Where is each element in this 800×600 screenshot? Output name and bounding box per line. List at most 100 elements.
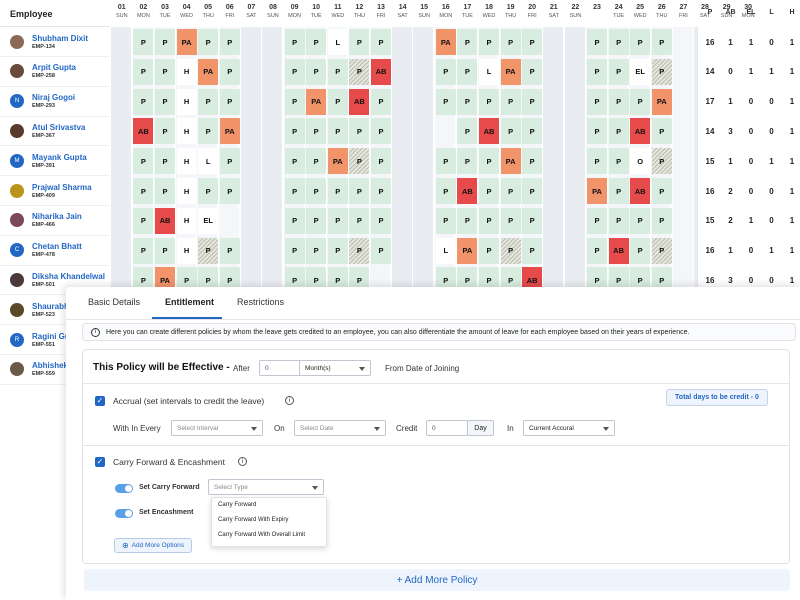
attendance-cell[interactable]: P bbox=[155, 118, 175, 145]
attendance-cell[interactable]: P bbox=[651, 178, 672, 204]
attendance-cell[interactable]: P bbox=[522, 207, 543, 234]
attendance-cell[interactable]: P bbox=[500, 178, 521, 204]
attendance-cell[interactable]: P bbox=[284, 29, 305, 55]
attendance-cell[interactable]: P bbox=[608, 148, 629, 175]
attendance-cell[interactable]: L bbox=[198, 148, 219, 175]
attendance-cell[interactable]: L bbox=[327, 29, 348, 55]
carry-checkbox[interactable]: ✓ bbox=[95, 457, 105, 467]
attendance-cell[interactable]: P bbox=[435, 88, 456, 115]
attendance-cell[interactable]: P bbox=[630, 29, 651, 55]
attendance-cell[interactable]: P bbox=[608, 207, 629, 234]
employee-name[interactable]: Arpit Gupta bbox=[32, 63, 76, 73]
attendance-cell[interactable]: AB bbox=[630, 178, 651, 204]
attendance-cell[interactable]: AB bbox=[630, 118, 651, 145]
attendance-cell[interactable]: P bbox=[630, 237, 651, 264]
attendance-cell[interactable]: P bbox=[327, 58, 348, 85]
attendance-cell[interactable]: P bbox=[457, 29, 478, 55]
attendance-cell[interactable]: H bbox=[176, 58, 197, 85]
attendance-cell[interactable]: P bbox=[522, 29, 543, 55]
attendance-cell[interactable]: P bbox=[284, 148, 305, 175]
attendance-cell[interactable]: P bbox=[457, 207, 478, 234]
attendance-cell[interactable]: P bbox=[306, 178, 327, 204]
attendance-cell[interactable]: P bbox=[219, 29, 240, 55]
attendance-cell[interactable]: P bbox=[133, 178, 154, 204]
attendance-cell[interactable]: P bbox=[522, 118, 543, 145]
attendance-cell[interactable]: PA bbox=[327, 148, 348, 175]
attendance-cell[interactable]: P bbox=[155, 58, 175, 85]
attendance-cell[interactable]: P bbox=[371, 118, 391, 145]
attendance-cell[interactable]: P bbox=[651, 118, 672, 145]
attendance-cell[interactable]: P bbox=[155, 237, 175, 264]
attendance-cell[interactable]: AB bbox=[133, 118, 154, 145]
attendance-cell[interactable]: PA bbox=[198, 58, 219, 85]
in-select[interactable]: Current Accural bbox=[523, 420, 615, 436]
attendance-cell[interactable]: P bbox=[284, 237, 305, 264]
after-input[interactable]: 0 bbox=[259, 360, 301, 376]
attendance-cell[interactable]: P bbox=[306, 207, 327, 234]
attendance-cell[interactable]: P bbox=[371, 88, 391, 115]
attendance-cell[interactable]: P bbox=[608, 58, 629, 85]
employee-name[interactable]: Shubham Dixit bbox=[32, 34, 88, 44]
attendance-cell[interactable]: P bbox=[479, 29, 499, 55]
attendance-cell[interactable]: P bbox=[133, 237, 154, 264]
attendance-cell[interactable]: P bbox=[349, 237, 370, 264]
add-more-options-button[interactable]: ⊕ Add More Options bbox=[114, 538, 192, 553]
employee-cell[interactable]: Prajwal Sharma EMP-409 bbox=[0, 176, 110, 206]
attendance-cell[interactable]: P bbox=[327, 207, 348, 234]
employee-cell[interactable]: C Chetan Bhatt EMP-478 bbox=[0, 236, 110, 266]
attendance-cell[interactable]: L bbox=[435, 237, 456, 264]
attendance-cell[interactable]: P bbox=[306, 29, 327, 55]
attendance-cell[interactable]: P bbox=[435, 58, 456, 85]
after-unit-select[interactable]: Month(s) bbox=[299, 360, 371, 376]
attendance-cell[interactable]: AB bbox=[155, 207, 175, 234]
attendance-cell[interactable]: H bbox=[176, 237, 197, 264]
attendance-cell[interactable]: P bbox=[371, 148, 391, 175]
attendance-cell[interactable]: P bbox=[522, 178, 543, 204]
employee-name[interactable]: Mayank Gupta bbox=[32, 153, 87, 163]
attendance-cell[interactable]: P bbox=[587, 118, 607, 145]
attendance-cell[interactable]: P bbox=[219, 178, 240, 204]
attendance-cell[interactable]: P bbox=[284, 178, 305, 204]
attendance-cell[interactable]: P bbox=[219, 237, 240, 264]
attendance-cell[interactable]: P bbox=[457, 118, 478, 145]
attendance-cell[interactable]: PA bbox=[435, 29, 456, 55]
attendance-cell[interactable]: H bbox=[176, 118, 197, 145]
attendance-cell[interactable]: P bbox=[349, 178, 370, 204]
attendance-cell[interactable]: P bbox=[371, 207, 391, 234]
attendance-cell[interactable]: P bbox=[327, 88, 348, 115]
attendance-cell[interactable]: P bbox=[651, 29, 672, 55]
attendance-cell[interactable]: P bbox=[479, 178, 499, 204]
attendance-cell[interactable]: P bbox=[522, 237, 543, 264]
attendance-cell[interactable]: EL bbox=[630, 58, 651, 85]
attendance-cell[interactable]: P bbox=[327, 118, 348, 145]
attendance-cell[interactable]: P bbox=[479, 207, 499, 234]
attendance-cell[interactable]: P bbox=[435, 148, 456, 175]
attendance-cell[interactable]: P bbox=[608, 88, 629, 115]
attendance-cell[interactable]: P bbox=[349, 118, 370, 145]
attendance-cell[interactable]: P bbox=[284, 88, 305, 115]
attendance-cell[interactable]: P bbox=[630, 207, 651, 234]
attendance-cell[interactable]: AB bbox=[479, 118, 499, 145]
attendance-cell[interactable]: EL bbox=[198, 207, 219, 234]
attendance-cell[interactable]: P bbox=[608, 29, 629, 55]
attendance-cell[interactable]: P bbox=[349, 207, 370, 234]
interval-select[interactable]: Select Interval bbox=[171, 420, 263, 436]
add-more-policy-button[interactable]: + Add More Policy bbox=[84, 569, 790, 591]
employee-name[interactable]: Ragini Gu bbox=[32, 332, 70, 342]
total-days-button[interactable]: Total days to be credit - 0 bbox=[666, 389, 768, 406]
attendance-cell[interactable]: P bbox=[349, 148, 370, 175]
attendance-cell[interactable]: P bbox=[133, 207, 154, 234]
employee-cell[interactable]: N Niraj Gogoi EMP-293 bbox=[0, 87, 110, 117]
attendance-cell[interactable]: P bbox=[457, 148, 478, 175]
employee-name[interactable]: Diksha Khandelwal bbox=[32, 272, 105, 282]
attendance-cell[interactable]: P bbox=[349, 29, 370, 55]
attendance-cell[interactable]: P bbox=[587, 88, 607, 115]
attendance-cell[interactable]: P bbox=[371, 178, 391, 204]
attendance-cell[interactable]: P bbox=[457, 58, 478, 85]
employee-name[interactable]: Chetan Bhatt bbox=[32, 242, 82, 252]
attendance-cell[interactable]: H bbox=[176, 178, 197, 204]
attendance-cell[interactable]: O bbox=[630, 148, 651, 175]
attendance-cell[interactable]: PA bbox=[457, 237, 478, 264]
attendance-cell[interactable]: P bbox=[284, 58, 305, 85]
attendance-cell[interactable]: H bbox=[176, 88, 197, 115]
